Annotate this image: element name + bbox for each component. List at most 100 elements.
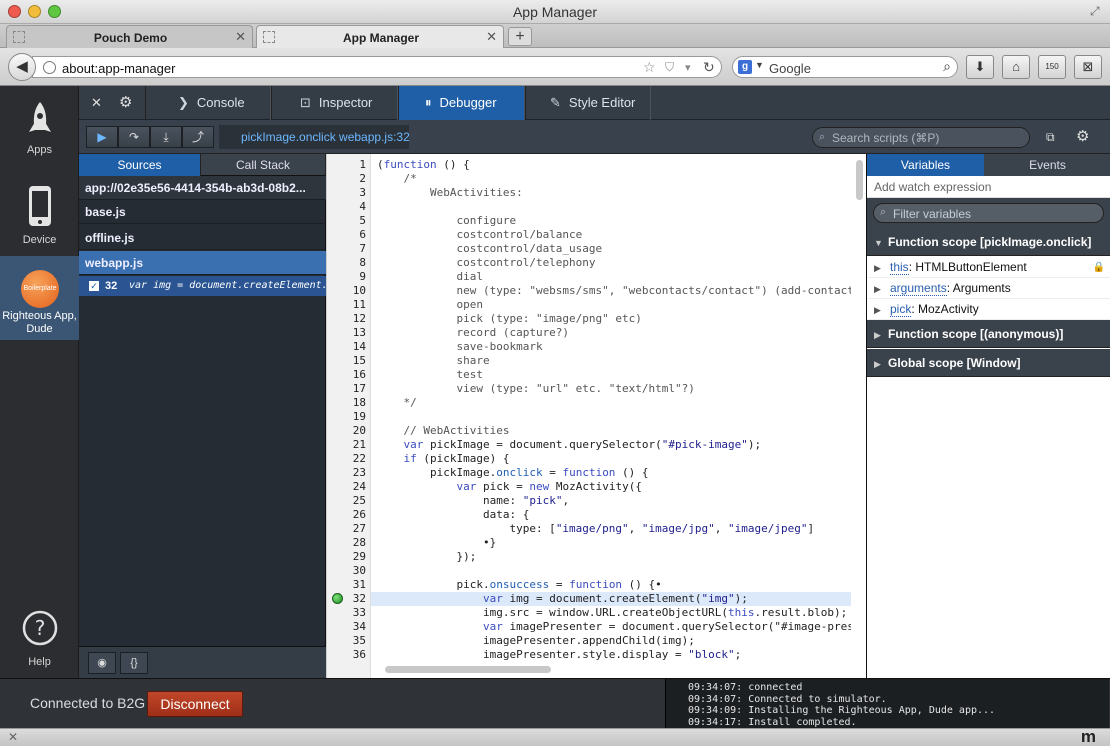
line-number[interactable]: 10 <box>326 284 366 298</box>
line-number[interactable]: 22 <box>326 452 366 466</box>
chevron-down-icon[interactable]: ▼ <box>755 60 764 70</box>
tab-console[interactable]: ❯ Console <box>145 86 271 120</box>
horizontal-scrollbar[interactable] <box>385 666 551 673</box>
code-line[interactable]: view (type: "url" etc. "text/html"?) <box>371 382 851 396</box>
line-number[interactable]: 25 <box>326 494 366 508</box>
url-bar[interactable]: about:app-manager ☆ ⛉ ▾ ↻ <box>32 56 722 78</box>
line-number[interactable]: 14 <box>326 340 366 354</box>
line-number[interactable]: 6 <box>326 228 366 242</box>
line-number[interactable]: 21 <box>326 438 366 452</box>
addon-button[interactable]: 150 <box>1038 55 1066 79</box>
disconnect-button[interactable]: Disconnect <box>147 691 243 717</box>
line-number[interactable]: 34 <box>326 620 366 634</box>
collapsed-arrow-icon[interactable]: ▶ <box>874 279 890 300</box>
line-number[interactable]: 20 <box>326 424 366 438</box>
sidebar-item-righteous-app[interactable]: Boilerplate Righteous App, Dude <box>0 256 79 340</box>
scope-function-anonymous[interactable]: ▶ Function scope [(anonymous)] <box>867 320 1110 348</box>
search-input[interactable]: Google <box>769 61 811 76</box>
pretty-print-button[interactable]: {} <box>120 652 148 674</box>
filter-variables-input[interactable]: ⌕ Filter variables <box>873 203 1104 223</box>
code-line[interactable]: new (type: "websms/sms", "webcontacts/co… <box>371 284 851 298</box>
toolbox-button[interactable]: ⊠ <box>1074 55 1102 79</box>
home-button[interactable]: ⌂ <box>1002 55 1030 79</box>
code-line[interactable]: configure <box>371 214 851 228</box>
line-number[interactable]: 23 <box>326 466 366 480</box>
pocket-icon[interactable]: ⛉ <box>665 60 674 75</box>
scope-function-pickimage[interactable]: ▼ Function scope [pickImage.onclick] <box>867 228 1110 256</box>
code-line[interactable]: open <box>371 298 851 312</box>
line-number[interactable]: 29 <box>326 550 366 564</box>
line-number[interactable]: 15 <box>326 354 366 368</box>
collapsed-arrow-icon[interactable]: ▶ <box>874 300 890 321</box>
url-text[interactable]: about:app-manager <box>62 61 175 76</box>
close-addon-bar-icon[interactable]: ✕ <box>8 730 18 744</box>
code-line[interactable]: costcontrol/telephony <box>371 256 851 270</box>
code-line[interactable]: name: "pick", <box>371 494 851 508</box>
line-number[interactable]: 5 <box>326 214 366 228</box>
line-number[interactable]: 13 <box>326 326 366 340</box>
line-number[interactable]: 8 <box>326 256 366 270</box>
back-button[interactable]: ◀ <box>8 53 36 81</box>
line-number[interactable]: 7 <box>326 242 366 256</box>
gear-icon[interactable]: ⚙ <box>1076 120 1089 154</box>
bookmark-star-icon[interactable]: ☆ <box>643 59 656 76</box>
code-line[interactable]: record (capture?) <box>371 326 851 340</box>
code-line[interactable]: share <box>371 354 851 368</box>
sidebar-item-help[interactable]: ? Help <box>0 610 79 668</box>
code-line[interactable]: if (pickImage) { <box>371 452 851 466</box>
code-line[interactable]: costcontrol/data_usage <box>371 242 851 256</box>
code-line[interactable]: img.src = window.URL.createObjectURL(thi… <box>371 606 851 620</box>
code-line[interactable] <box>371 200 851 214</box>
tab-style-editor[interactable]: ✎ Style Editor <box>525 86 651 120</box>
search-bar[interactable]: g ▼ Google ⌕ <box>732 56 958 78</box>
close-devtools-icon[interactable]: ✕ <box>91 86 102 120</box>
code-line[interactable] <box>371 564 851 578</box>
dropdown-icon[interactable]: ▾ <box>685 61 691 74</box>
line-number[interactable]: 31 <box>326 578 366 592</box>
fullscreen-icon[interactable]: ⤢ <box>1090 4 1104 18</box>
sidebar-item-apps[interactable]: Apps <box>0 100 79 156</box>
line-number[interactable]: 33 <box>326 606 366 620</box>
code-line[interactable]: type: ["image/png", "image/jpg", "image/… <box>371 522 851 536</box>
collapsed-arrow-icon[interactable]: ▶ <box>874 258 890 279</box>
line-number[interactable]: 26 <box>326 508 366 522</box>
line-number[interactable]: 24 <box>326 480 366 494</box>
breakpoint-checkbox[interactable]: ✓ <box>89 281 99 291</box>
code-line[interactable]: imagePresenter.appendChild(img); <box>371 634 851 648</box>
code-line[interactable]: data: { <box>371 508 851 522</box>
breakpoint-marker-icon[interactable] <box>332 593 343 604</box>
line-number[interactable]: 36 <box>326 648 366 662</box>
code-line[interactable]: pick (type: "image/png" etc) <box>371 312 851 326</box>
code-line[interactable]: var pick = new MozActivity({ <box>371 480 851 494</box>
code-line[interactable]: pick.onsuccess = function () {• <box>371 578 851 592</box>
code-line[interactable]: var pickImage = document.querySelector("… <box>371 438 851 452</box>
line-number[interactable]: 27 <box>326 522 366 536</box>
source-editor[interactable]: 1 2 3 4 5 6 7 8 9 10 11 12 13 14 15 16 17 18 19 20 21 22 23 24 2… <box>327 154 866 678</box>
variable-row[interactable]: ▶ arguments: Arguments <box>867 278 1110 299</box>
source-file-webapp[interactable]: webapp.js <box>79 251 326 275</box>
reload-icon[interactable]: ↻ <box>703 59 715 76</box>
line-number[interactable]: 3 <box>326 186 366 200</box>
line-number[interactable]: 1 <box>326 158 366 172</box>
line-number[interactable]: 30 <box>326 564 366 578</box>
line-number[interactable]: 2 <box>326 172 366 186</box>
line-number[interactable]: 11 <box>326 298 366 312</box>
tab-call-stack[interactable]: Call Stack <box>201 154 326 176</box>
watch-expression-input[interactable]: Add watch expression <box>867 176 1110 198</box>
code-line[interactable]: dial <box>371 270 851 284</box>
code-line[interactable]: /* <box>371 172 851 186</box>
search-icon[interactable]: ⌕ <box>943 58 951 75</box>
code-line[interactable]: •} <box>371 536 851 550</box>
code-line[interactable]: WebActivities: <box>371 186 851 200</box>
line-number[interactable]: 35 <box>326 634 366 648</box>
code-line[interactable]: */ <box>371 396 851 410</box>
tab-variables[interactable]: Variables <box>867 154 984 176</box>
code-line[interactable]: // WebActivities <box>371 424 851 438</box>
breakpoint-item[interactable]: ✓ 32 var img = document.createElement... <box>79 276 326 296</box>
line-number[interactable]: 28 <box>326 536 366 550</box>
scope-global-window[interactable]: ▶ Global scope [Window] <box>867 349 1110 377</box>
blackbox-button[interactable]: ◉ <box>88 652 116 674</box>
variable-row[interactable]: ▶ this: HTMLButtonElement 🔒 <box>867 257 1110 278</box>
line-number[interactable]: 4 <box>326 200 366 214</box>
tab-pouch-demo[interactable]: Pouch Demo ✕ <box>6 25 253 48</box>
